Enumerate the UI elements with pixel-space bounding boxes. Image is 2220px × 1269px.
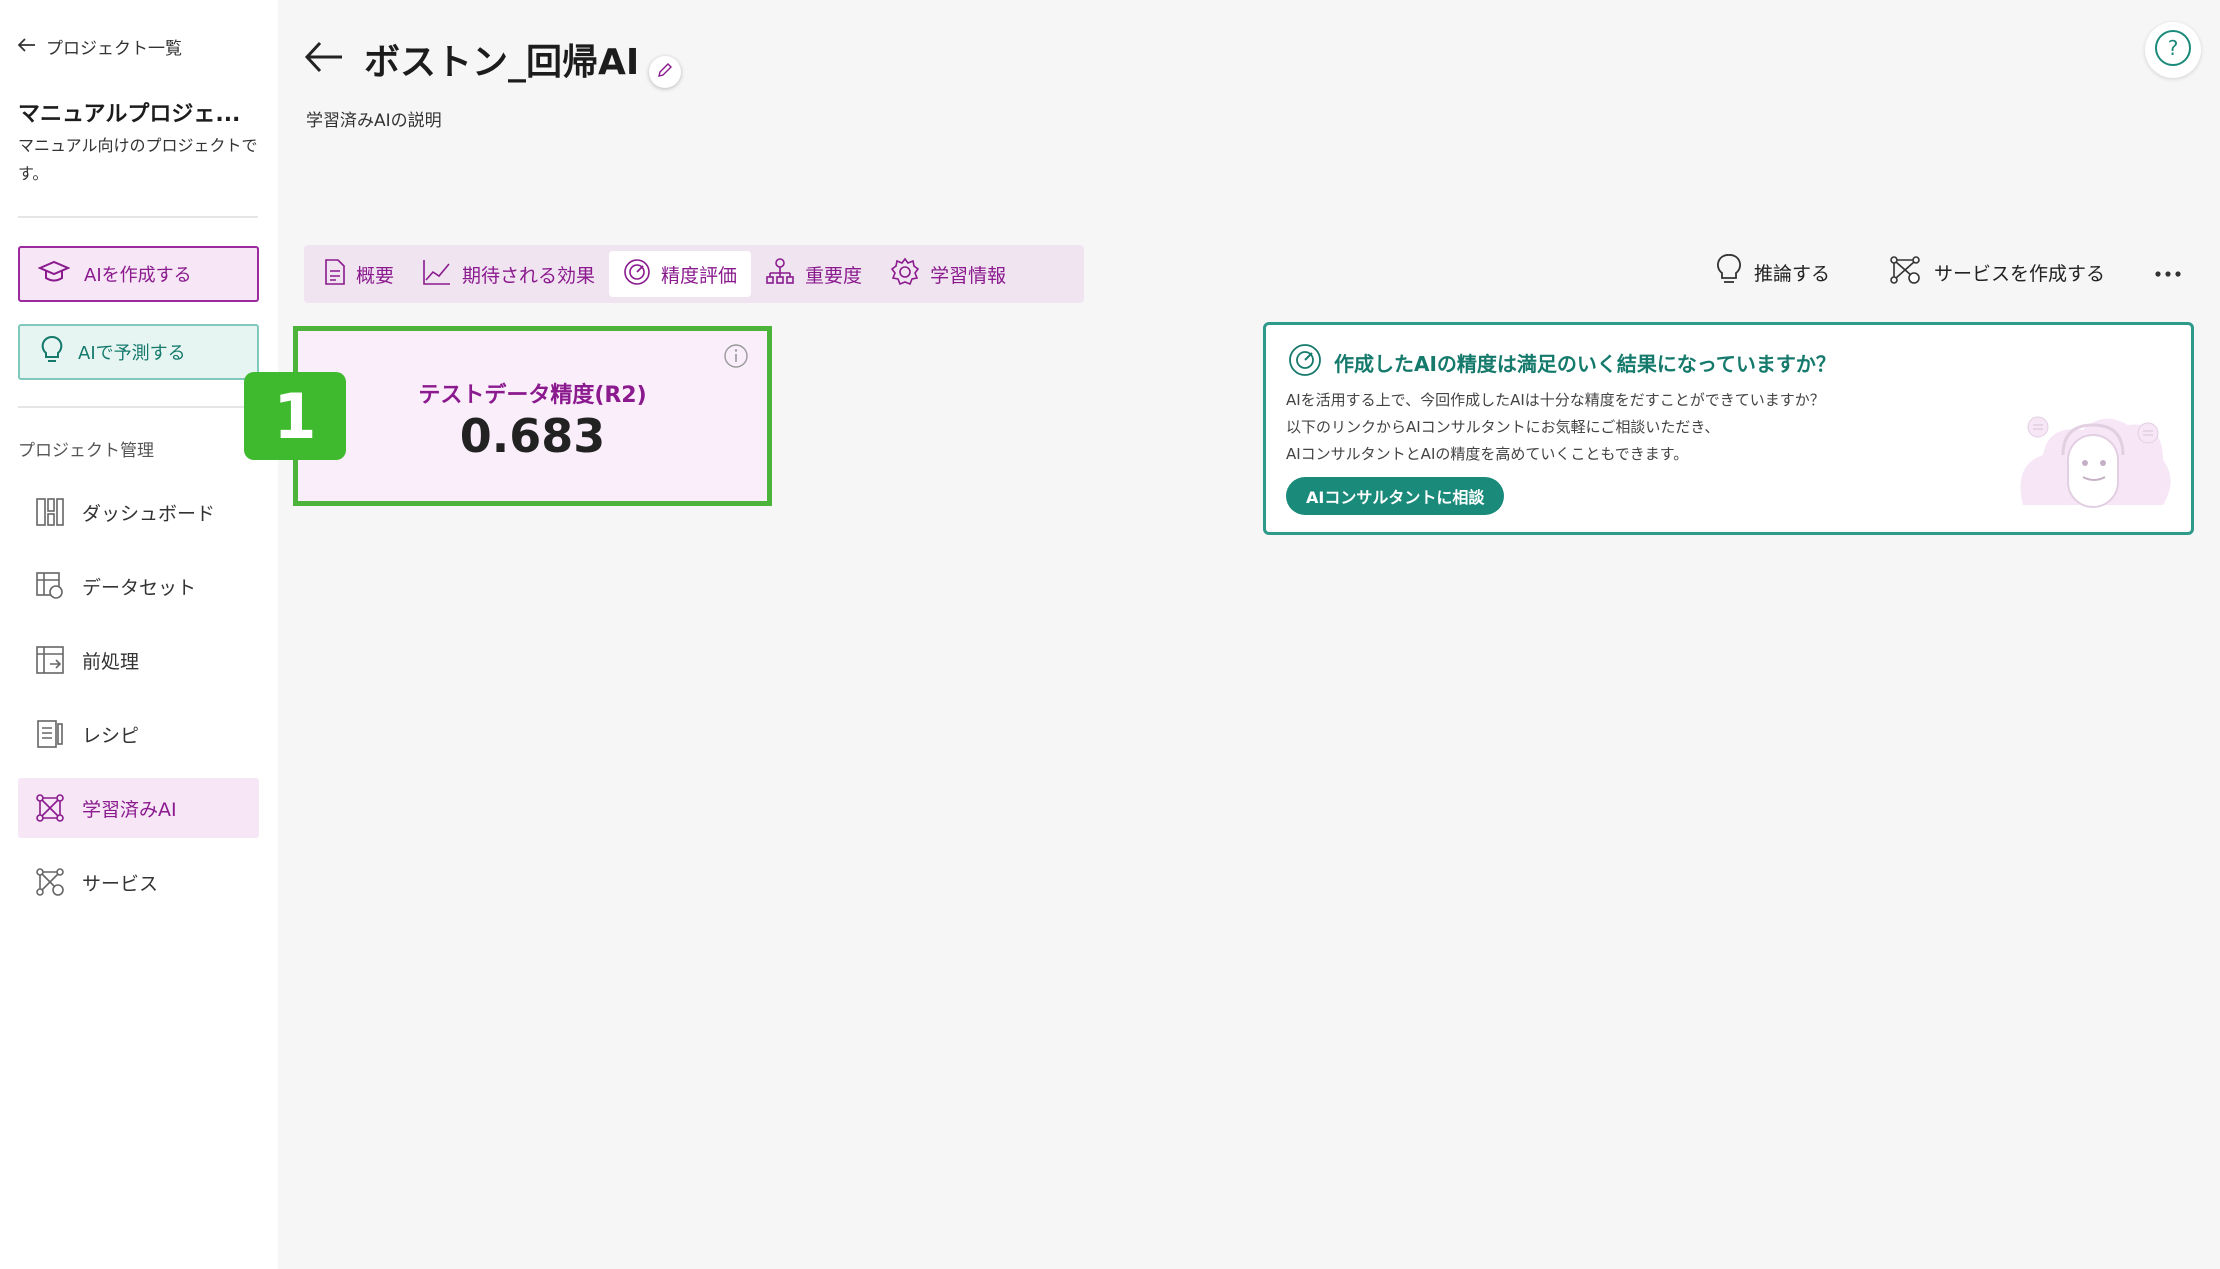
- preprocess-icon: [34, 644, 66, 676]
- sidebar-item-dashboard[interactable]: ダッシュボード: [18, 482, 259, 542]
- sidebar-item-recipe[interactable]: レシピ: [18, 704, 259, 764]
- annotation-marker: 1: [244, 372, 346, 460]
- consultant-line: 以下のリンクからAIコンサルタントにお気軽にご相談いただき、: [1286, 418, 1720, 436]
- document-icon: [324, 258, 346, 291]
- more-dots-icon: [2154, 263, 2182, 282]
- divider: [18, 216, 258, 218]
- metric-card-test-accuracy: テストデータ精度(R2) 0.683: [293, 326, 772, 506]
- tab-bar: 概要 期待される効果 精度評価 重要度 学習情報: [304, 245, 1084, 303]
- dashboard-icon: [34, 496, 66, 528]
- svg-text:?: ?: [2168, 36, 2179, 60]
- tab-expected-effect[interactable]: 期待される効果: [408, 251, 609, 297]
- gauge-icon: [623, 258, 651, 291]
- dataset-icon: [34, 570, 66, 602]
- sidebar-item-label: ダッシュボード: [82, 502, 216, 525]
- hierarchy-icon: [765, 257, 795, 292]
- back-to-projects-label: プロジェクト一覧: [46, 39, 182, 59]
- consultant-card-body: AIを活用する上で、今回作成したAIは十分な精度をだすことができていますか？ 以…: [1286, 387, 1986, 468]
- service-icon: [1888, 254, 1922, 291]
- service-icon: [34, 866, 66, 898]
- project-description: マニュアル向けのプロジェクトです。: [18, 136, 258, 183]
- recipe-icon: [34, 718, 66, 750]
- lightbulb-icon: [1716, 253, 1742, 292]
- pencil-icon: [657, 62, 673, 82]
- page-header: ボストン_回帰AI: [304, 30, 682, 88]
- more-options-button[interactable]: [2154, 252, 2182, 292]
- arrow-left-icon: [17, 37, 36, 57]
- tab-accuracy[interactable]: 精度評価: [609, 251, 752, 297]
- gauge-icon: [1288, 343, 1322, 382]
- consultant-card-title: 作成したAIの精度は満足のいく結果になっていますか？: [1288, 343, 1836, 382]
- tab-label: 学習情報: [930, 264, 1007, 287]
- page-subtitle: 学習済みAIの説明: [306, 111, 442, 131]
- create-service-label: サービスを作成する: [1934, 262, 2106, 285]
- tab-label: 期待される効果: [462, 264, 596, 287]
- help-button[interactable]: ?: [2145, 22, 2201, 78]
- create-service-button[interactable]: サービスを作成する: [1888, 252, 2105, 292]
- project-title: マニュアルプロジェ...: [18, 102, 241, 127]
- predict-ai-button[interactable]: AIで予測する: [18, 324, 259, 380]
- sidebar-item-preprocess[interactable]: 前処理: [18, 630, 259, 690]
- consult-ai-consultant-button[interactable]: AIコンサルタントに相談: [1286, 477, 1505, 515]
- sidebar-item-label: サービス: [82, 872, 159, 895]
- sidebar-item-label: データセット: [82, 576, 197, 599]
- tab-overview[interactable]: 概要: [310, 251, 408, 297]
- create-ai-button[interactable]: AIを作成する: [18, 246, 259, 302]
- sidebar: プロジェクト一覧 マニュアルプロジェ... マニュアル向けのプロジェクトです。 …: [0, 0, 278, 1269]
- info-icon[interactable]: [723, 343, 749, 373]
- infer-button[interactable]: 推論する: [1716, 252, 1830, 292]
- back-to-projects-link[interactable]: プロジェクト一覧: [17, 34, 182, 59]
- divider: [18, 406, 258, 408]
- tab-label: 概要: [356, 264, 395, 287]
- graduation-cap-icon: [37, 259, 71, 290]
- section-label-project-management: プロジェクト管理: [18, 441, 154, 461]
- sidebar-item-dataset[interactable]: データセット: [18, 556, 259, 616]
- tab-label: 重要度: [805, 264, 863, 287]
- tab-training-info[interactable]: 学習情報: [876, 251, 1020, 297]
- line-chart-icon: [422, 258, 452, 291]
- sidebar-item-label: レシピ: [82, 724, 140, 747]
- infer-label: 推論する: [1754, 262, 1831, 285]
- sidebar-item-trained-ai[interactable]: 学習済みAI: [18, 778, 259, 838]
- consultant-title-text: 作成したAIの精度は満足のいく結果になっていますか？: [1334, 352, 1836, 376]
- metric-value: 0.683: [459, 409, 606, 463]
- consultant-card: 作成したAIの精度は満足のいく結果になっていますか？ AIを活用する上で、今回作…: [1263, 322, 2194, 535]
- gear-icon: [890, 257, 920, 292]
- consultant-line: AIコンサルタントとAIの精度を高めていくこともできます。: [1286, 445, 1689, 463]
- sidebar-item-label: 学習済みAI: [82, 798, 177, 821]
- tab-importance[interactable]: 重要度: [751, 251, 876, 297]
- sidebar-item-service[interactable]: サービス: [18, 852, 259, 912]
- consultant-illustration: [2013, 405, 2173, 519]
- create-ai-label: AIを作成する: [84, 265, 192, 286]
- back-arrow-icon[interactable]: [304, 40, 344, 78]
- tab-label: 精度評価: [661, 264, 738, 287]
- edit-title-button[interactable]: [649, 56, 682, 88]
- metric-label: テストデータ精度(R2): [418, 383, 647, 408]
- sidebar-item-label: 前処理: [82, 650, 140, 673]
- question-mark-icon: ?: [2154, 29, 2192, 71]
- consultant-line: AIを活用する上で、今回作成したAIは十分な精度をだすことができていますか？: [1286, 391, 1825, 409]
- lightbulb-icon: [40, 335, 64, 370]
- trained-ai-icon: [34, 792, 66, 824]
- page-title: ボストン_回帰AI: [364, 42, 640, 83]
- predict-ai-label: AIで予測する: [78, 343, 186, 364]
